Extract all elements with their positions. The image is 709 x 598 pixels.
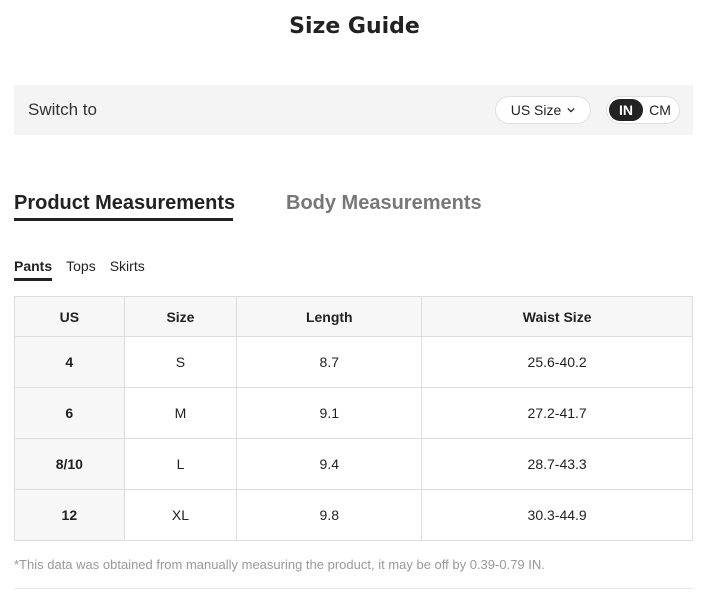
cell-waist: 27.2-41.7 [421, 387, 693, 439]
cell-size: L [123, 438, 238, 490]
cell-us: 12 [14, 489, 125, 541]
subtab-tops[interactable]: Tops [66, 258, 96, 278]
tab-product-measurements[interactable]: Product Measurements [14, 192, 235, 215]
subtab-pants[interactable]: Pants [14, 258, 53, 281]
unit-in-button[interactable]: IN [609, 99, 643, 121]
category-tabs: Pants Tops Skirts [14, 258, 145, 281]
cell-size: M [123, 387, 238, 439]
subtab-skirts[interactable]: Skirts [110, 258, 145, 278]
cell-us: 4 [14, 336, 125, 388]
switch-label: Switch to [28, 100, 97, 119]
chevron-down-icon [567, 107, 575, 113]
active-tab-indicator [14, 218, 233, 221]
header-waist-size: Waist Size [421, 296, 693, 337]
table-row: 6 M 9.1 27.2-41.7 [14, 387, 693, 439]
header-us: US [14, 296, 125, 337]
unit-cm-button[interactable]: CM [643, 99, 677, 121]
cell-waist: 25.6-40.2 [421, 336, 693, 388]
table-row: 8/10 L 9.4 28.7-43.3 [14, 438, 693, 490]
table-header-row: US Size Length Waist Size [14, 296, 693, 337]
cell-length: 8.7 [236, 336, 423, 388]
measurement-note: *This data was obtained from manually me… [14, 557, 545, 572]
header-length: Length [236, 296, 423, 337]
size-table: US Size Length Waist Size 4 S 8.7 25.6-4… [14, 296, 693, 541]
cell-waist: 28.7-43.3 [421, 438, 693, 490]
cell-length: 9.1 [236, 387, 423, 439]
page-title: Size Guide [289, 14, 420, 39]
size-system-value: US Size [510, 102, 562, 118]
divider [14, 588, 693, 589]
cell-us: 6 [14, 387, 125, 439]
unit-switch-bar: Switch to US Size IN CM [14, 85, 693, 135]
cell-size: XL [123, 489, 238, 541]
cell-size: S [123, 336, 238, 388]
size-system-dropdown[interactable]: US Size [495, 96, 591, 124]
table-row: 4 S 8.7 25.6-40.2 [14, 336, 693, 388]
cell-length: 9.8 [236, 489, 423, 541]
header-size: Size [123, 296, 238, 337]
unit-toggle: IN CM [606, 96, 680, 124]
table-row: 12 XL 9.8 30.3-44.9 [14, 489, 693, 541]
cell-length: 9.4 [236, 438, 423, 490]
cell-us: 8/10 [14, 438, 125, 490]
cell-waist: 30.3-44.9 [421, 489, 693, 541]
tab-body-measurements[interactable]: Body Measurements [286, 192, 482, 215]
